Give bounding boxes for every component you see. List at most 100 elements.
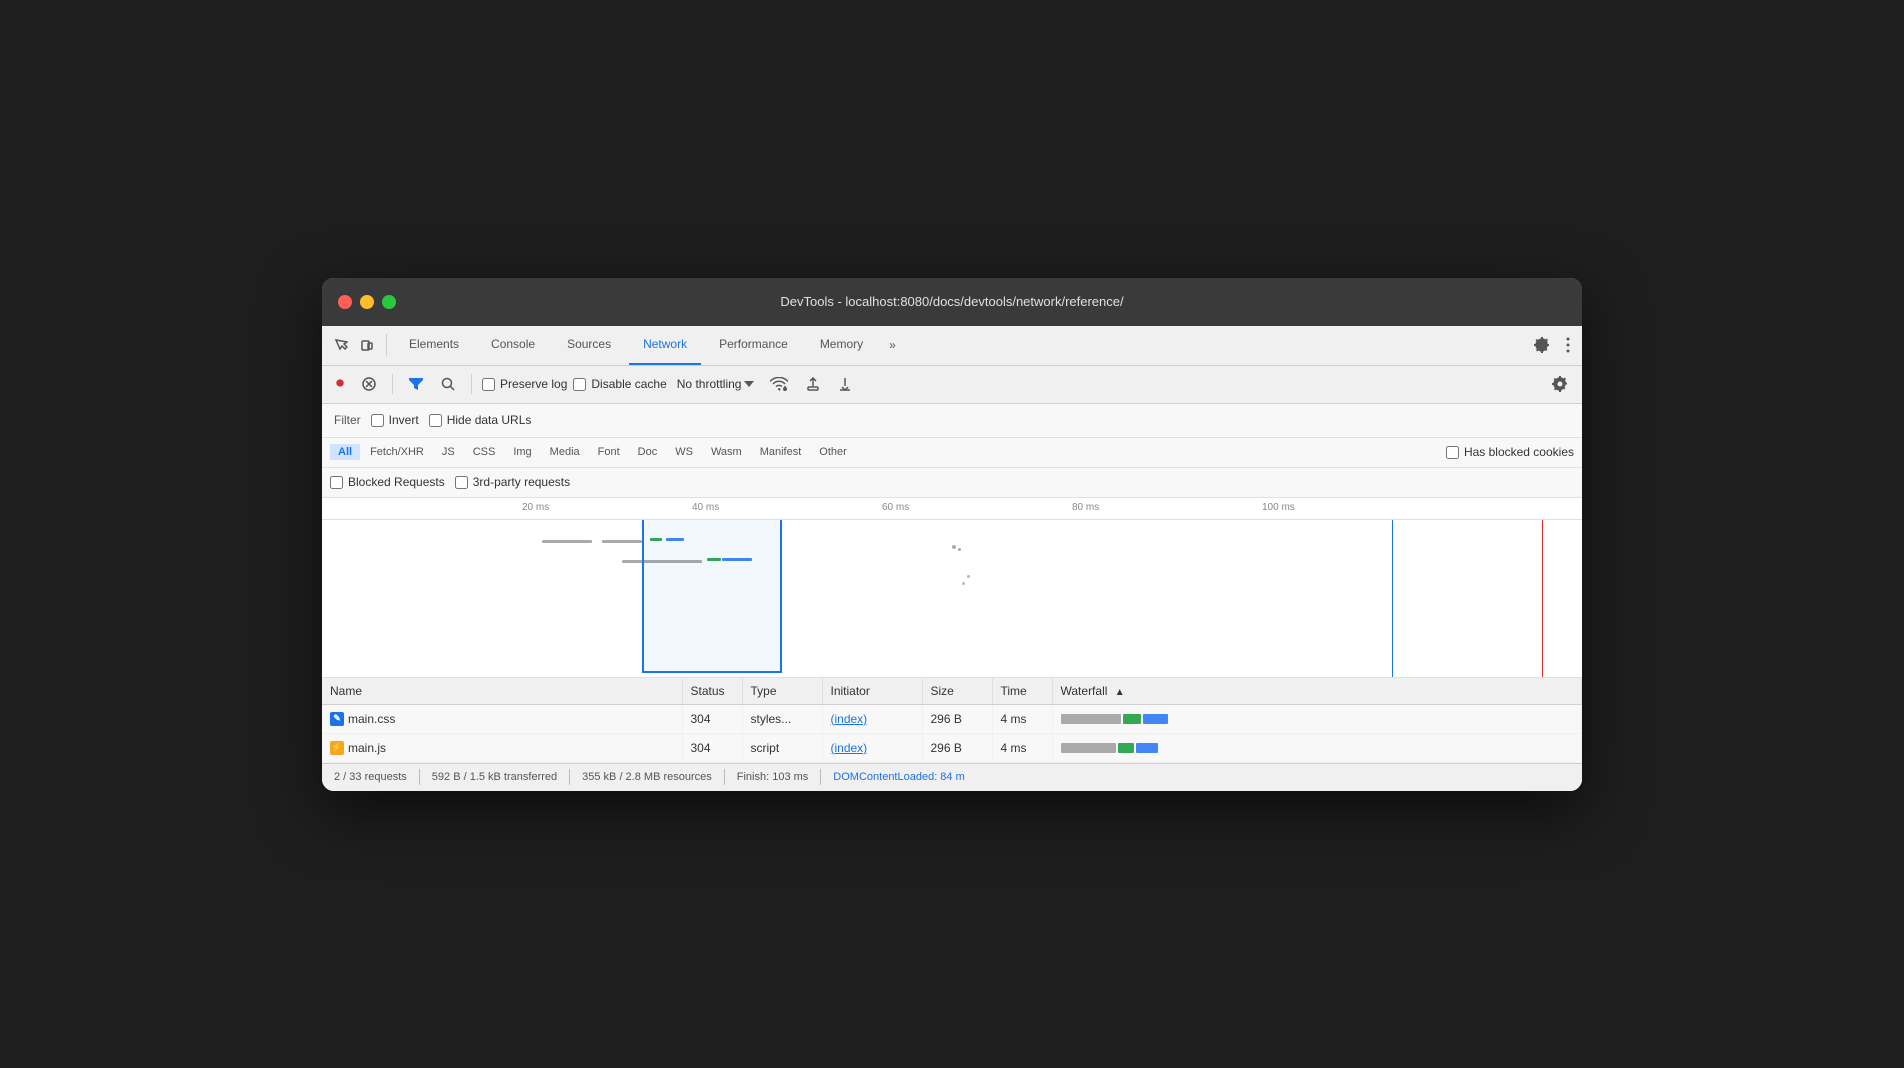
type-filter-all[interactable]: All: [330, 444, 360, 460]
ruler-20ms: 20 ms: [522, 502, 549, 513]
initiator-link[interactable]: (index): [831, 712, 868, 726]
network-table-container: Name Status Type Initiator Size Time Wat…: [322, 678, 1582, 763]
toolbar-divider-1: [392, 374, 393, 394]
throttle-selector[interactable]: No throttling: [673, 375, 759, 393]
type-filter-js[interactable]: JS: [434, 444, 463, 460]
status-cell: 304: [682, 704, 742, 733]
time-cell: 4 ms: [992, 733, 1052, 762]
timeline-selection[interactable]: [642, 520, 782, 673]
finish-time: Finish: 103 ms: [737, 771, 809, 783]
record-button[interactable]: ⏺: [330, 371, 350, 397]
close-button[interactable]: [338, 295, 352, 309]
status-divider-2: [569, 769, 570, 785]
css-file-icon: ✎: [330, 712, 344, 726]
preserve-log-checkbox[interactable]: [482, 378, 495, 391]
type-filter-img[interactable]: Img: [505, 444, 539, 460]
settings-icon[interactable]: [1530, 333, 1554, 357]
tab-elements[interactable]: Elements: [395, 325, 473, 365]
dom-content-loaded: DOMContentLoaded: 84 m: [833, 771, 964, 783]
timeline-area: 20 ms 40 ms 60 ms 80 ms 100 ms: [322, 498, 1582, 678]
type-filter-fetch-xhr[interactable]: Fetch/XHR: [362, 444, 432, 460]
third-party-checkbox[interactable]: [455, 476, 468, 489]
devtools-window: DevTools - localhost:8080/docs/devtools/…: [322, 278, 1582, 791]
filter-bar: Filter Invert Hide data URLs: [322, 404, 1582, 438]
hide-data-urls-label[interactable]: Hide data URLs: [429, 413, 532, 427]
js-file-icon: ⚡: [330, 741, 344, 755]
initiator-link[interactable]: (index): [831, 741, 868, 755]
type-filter-ws[interactable]: WS: [667, 444, 701, 460]
col-type[interactable]: Type: [742, 678, 822, 705]
sort-arrow-icon: ▲: [1115, 687, 1125, 698]
filter-icon[interactable]: [403, 374, 429, 394]
toolbar-divider-2: [471, 374, 472, 394]
device-toolbar-icon[interactable]: [356, 334, 378, 356]
window-title: DevTools - localhost:8080/docs/devtools/…: [780, 294, 1123, 309]
blocked-requests-checkbox[interactable]: [330, 476, 343, 489]
upload-icon[interactable]: [800, 373, 826, 395]
type-filter-doc[interactable]: Doc: [630, 444, 666, 460]
file-name-cell: ⚡ main.js: [322, 733, 682, 762]
invert-checkbox[interactable]: [371, 414, 384, 427]
initiator-cell: (index): [822, 704, 922, 733]
network-table: Name Status Type Initiator Size Time Wat…: [322, 678, 1582, 763]
select-element-icon[interactable]: [330, 334, 352, 356]
nav-icon-group: [330, 334, 387, 356]
ruler-40ms: 40 ms: [692, 502, 719, 513]
type-filter-css[interactable]: CSS: [465, 444, 504, 460]
timeline-content[interactable]: [522, 520, 1582, 678]
ruler-100ms: 100 ms: [1262, 502, 1295, 513]
type-cell: styles...: [742, 704, 822, 733]
status-divider-4: [820, 769, 821, 785]
more-options-icon[interactable]: [1562, 333, 1574, 357]
title-bar: DevTools - localhost:8080/docs/devtools/…: [322, 278, 1582, 326]
table-row[interactable]: ⚡ main.js 304 script (index) 296 B 4 ms: [322, 733, 1582, 762]
waterfall-cell: [1052, 704, 1582, 733]
col-waterfall[interactable]: Waterfall ▲: [1052, 678, 1582, 705]
invert-label[interactable]: Invert: [371, 413, 419, 427]
file-name-cell: ✎ main.css: [322, 704, 682, 733]
nav-right-icons: [1530, 333, 1574, 357]
type-filter-wasm[interactable]: Wasm: [703, 444, 750, 460]
search-icon[interactable]: [435, 373, 461, 395]
more-tabs-button[interactable]: »: [881, 334, 904, 356]
resources-size: 355 kB / 2.8 MB resources: [582, 771, 712, 783]
disable-cache-checkbox[interactable]: [573, 378, 586, 391]
table-row[interactable]: ✎ main.css 304 styles... (index) 296 B 4…: [322, 704, 1582, 733]
tab-network[interactable]: Network: [629, 325, 701, 365]
minimize-button[interactable]: [360, 295, 374, 309]
network-settings-icon[interactable]: [1546, 372, 1574, 396]
tab-console[interactable]: Console: [477, 325, 549, 365]
disable-cache-label[interactable]: Disable cache: [573, 377, 666, 391]
clear-button[interactable]: [356, 373, 382, 395]
size-cell: 296 B: [922, 733, 992, 762]
blocked-requests-label[interactable]: Blocked Requests: [330, 475, 445, 489]
type-filter-media[interactable]: Media: [542, 444, 588, 460]
filter-label: Filter: [334, 413, 361, 427]
third-party-label[interactable]: 3rd-party requests: [455, 475, 570, 489]
type-filter-font[interactable]: Font: [590, 444, 628, 460]
hide-data-urls-checkbox[interactable]: [429, 414, 442, 427]
type-cell: script: [742, 733, 822, 762]
time-cell: 4 ms: [992, 704, 1052, 733]
col-status[interactable]: Status: [682, 678, 742, 705]
network-toolbar: ⏺: [322, 366, 1582, 404]
tab-sources[interactable]: Sources: [553, 325, 625, 365]
col-name[interactable]: Name: [322, 678, 682, 705]
wifi-settings-icon[interactable]: [764, 373, 794, 395]
col-initiator[interactable]: Initiator: [822, 678, 922, 705]
tab-performance[interactable]: Performance: [705, 325, 802, 365]
timeline-blue-line: [1392, 520, 1393, 678]
status-bar: 2 / 33 requests 592 B / 1.5 kB transferr…: [322, 763, 1582, 791]
has-blocked-cookies-checkbox[interactable]: [1446, 446, 1459, 459]
col-size[interactable]: Size: [922, 678, 992, 705]
type-filter-manifest[interactable]: Manifest: [752, 444, 810, 460]
col-time[interactable]: Time: [992, 678, 1052, 705]
timeline-red-line: [1542, 520, 1543, 678]
download-icon[interactable]: [832, 373, 858, 395]
blocked-bar: Blocked Requests 3rd-party requests: [322, 468, 1582, 498]
maximize-button[interactable]: [382, 295, 396, 309]
tab-memory[interactable]: Memory: [806, 325, 877, 365]
preserve-log-label[interactable]: Preserve log: [482, 377, 567, 391]
nav-bar: Elements Console Sources Network Perform…: [322, 326, 1582, 366]
type-filter-other[interactable]: Other: [811, 444, 855, 460]
